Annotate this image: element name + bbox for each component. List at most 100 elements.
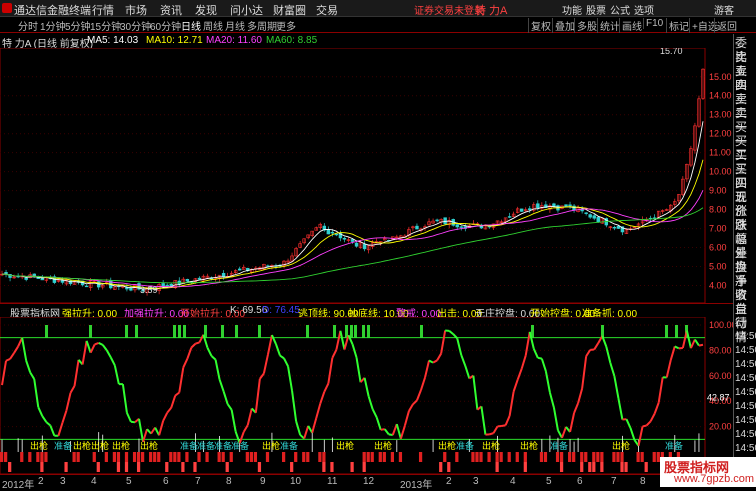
control-bar <box>516 452 519 462</box>
tab-60min[interactable]: 60分钟 <box>150 18 181 33</box>
login-status[interactable]: 证券交易未登录 <box>414 2 484 17</box>
btn-draw[interactable]: 画线 <box>619 18 642 33</box>
control-bar <box>282 452 285 462</box>
menu-item-wealth[interactable]: 财富圈 <box>273 2 306 18</box>
candle-body <box>198 278 201 279</box>
candle-body <box>351 239 354 241</box>
btn-multi-stock[interactable]: 多股 <box>574 18 597 33</box>
tab-weekly[interactable]: 周线 <box>203 18 223 33</box>
top-signal-bar <box>183 325 186 338</box>
control-bar <box>580 452 583 462</box>
ma20-value: MA20: 11.60 <box>206 35 262 46</box>
price-axis-label: 15.00 <box>709 72 732 82</box>
control-bar <box>592 452 595 462</box>
indicator-axis-label: 60.00 <box>709 371 732 381</box>
control-bar <box>169 452 172 462</box>
tab-multi-period[interactable]: 多周期 <box>247 18 277 33</box>
top-signal-bar <box>665 325 668 338</box>
signal-label: 出枪 <box>374 440 392 451</box>
menu-item-market[interactable]: 市场 <box>125 2 147 18</box>
tab-monthly[interactable]: 月线 <box>225 18 245 33</box>
signal-label: 出枪 <box>30 440 48 451</box>
candle-body <box>335 234 338 235</box>
control-bar <box>600 452 603 462</box>
base-bar <box>624 462 627 472</box>
side-panel-item[interactable]: 14:50 <box>735 330 756 344</box>
base-bar <box>645 462 648 472</box>
kd-line-segment <box>699 345 703 346</box>
signal-label: 出枪 <box>91 440 109 451</box>
candle-body <box>597 217 600 222</box>
base-bar <box>580 462 583 472</box>
control-bar <box>153 452 156 462</box>
menu-guest[interactable]: 游客 <box>714 2 734 17</box>
top-signal-bar <box>420 325 423 338</box>
control-bar <box>455 452 458 462</box>
signal-label: 出枪 <box>520 440 538 451</box>
base-bar <box>137 462 140 472</box>
btn-stats[interactable]: 统计 <box>597 18 620 33</box>
btn-mark[interactable]: 标记 <box>666 18 689 33</box>
candle-body <box>569 205 572 206</box>
side-panel-item[interactable]: 14:50 <box>735 344 756 358</box>
menu-item-trade[interactable]: 交易 <box>316 2 338 18</box>
menu-options[interactable]: 选项 <box>634 2 654 17</box>
btn-back[interactable]: 返回 <box>714 18 737 33</box>
tab-more[interactable]: 更多 <box>276 18 296 33</box>
control-bar <box>524 452 527 462</box>
base-bar <box>496 462 499 472</box>
tab-daily[interactable]: 日线 <box>181 18 201 33</box>
control-bar <box>568 452 571 462</box>
side-panel-item[interactable]: 14:50 <box>735 414 756 428</box>
control-bar <box>44 452 47 462</box>
side-panel-item[interactable]: 14:50 <box>735 358 756 372</box>
menu-formula[interactable]: 公式 <box>610 2 630 17</box>
top-signal-bar <box>306 325 309 338</box>
candle-body <box>166 285 169 286</box>
tab-5min[interactable]: 5分钟 <box>65 18 91 33</box>
menu-item-ask[interactable]: 问小达 <box>230 2 263 18</box>
top-signal-bar <box>235 325 238 338</box>
menu-function[interactable]: 功能 <box>562 2 582 17</box>
price-chart[interactable]: 15.0014.0013.0012.0011.0010.009.008.007.… <box>0 48 733 303</box>
control-bar <box>572 452 575 462</box>
tab-30min[interactable]: 30分钟 <box>120 18 151 33</box>
menu-item-news[interactable]: 资讯 <box>160 2 182 18</box>
control-bar <box>318 452 321 462</box>
btn-overlay[interactable]: 叠加 <box>552 18 575 33</box>
side-panel-item[interactable]: 14:50 <box>735 442 756 456</box>
time-label: 2 <box>446 476 452 487</box>
candle-body <box>444 218 447 224</box>
signal-label: 出枪 <box>262 440 280 451</box>
time-axis: 2012年234567891011122013年23456789 <box>0 474 733 487</box>
tab-minute[interactable]: 分时 <box>18 18 38 33</box>
control-bar <box>294 452 297 462</box>
btn-f10[interactable]: F10 <box>643 18 663 29</box>
side-panel-item[interactable]: 14:50 <box>735 372 756 386</box>
candle-body <box>617 226 620 228</box>
top-signal-bar <box>354 325 357 338</box>
candle-body <box>456 225 459 227</box>
menu-item-market-quotes[interactable]: 行情 <box>92 2 114 18</box>
candle-body <box>162 283 165 286</box>
menu-stock[interactable]: 股票 <box>586 2 606 17</box>
indicator-chart[interactable]: 出枪准备出枪出枪出枪出枪准备准备准备准备出枪准备出枪出枪出枪准备出枪出枪准备出枪… <box>0 317 733 474</box>
control-bar <box>544 452 547 462</box>
menu-item-discover[interactable]: 发现 <box>195 2 217 18</box>
side-panel-item[interactable]: 14:50 <box>735 400 756 414</box>
tab-15min[interactable]: 15分钟 <box>90 18 121 33</box>
price-axis-label: 11.00 <box>709 148 731 158</box>
ma10-value: MA10: 12.71 <box>146 35 203 46</box>
control-bar <box>560 452 563 462</box>
side-panel-item[interactable]: 14:50 <box>735 428 756 442</box>
app-name: 通达信金融终端 <box>14 2 91 18</box>
tab-1min[interactable]: 1分钟 <box>40 18 66 33</box>
control-bar <box>556 452 559 462</box>
signal-label: 准备 <box>180 440 198 451</box>
candle-body <box>585 213 588 214</box>
btn-adjust[interactable]: 复权 <box>528 18 551 33</box>
side-panel-item[interactable]: 14:50 <box>735 386 756 400</box>
control-bar <box>246 452 249 462</box>
candle-body <box>222 273 225 277</box>
price-axis-label: 7.00 <box>709 224 727 234</box>
